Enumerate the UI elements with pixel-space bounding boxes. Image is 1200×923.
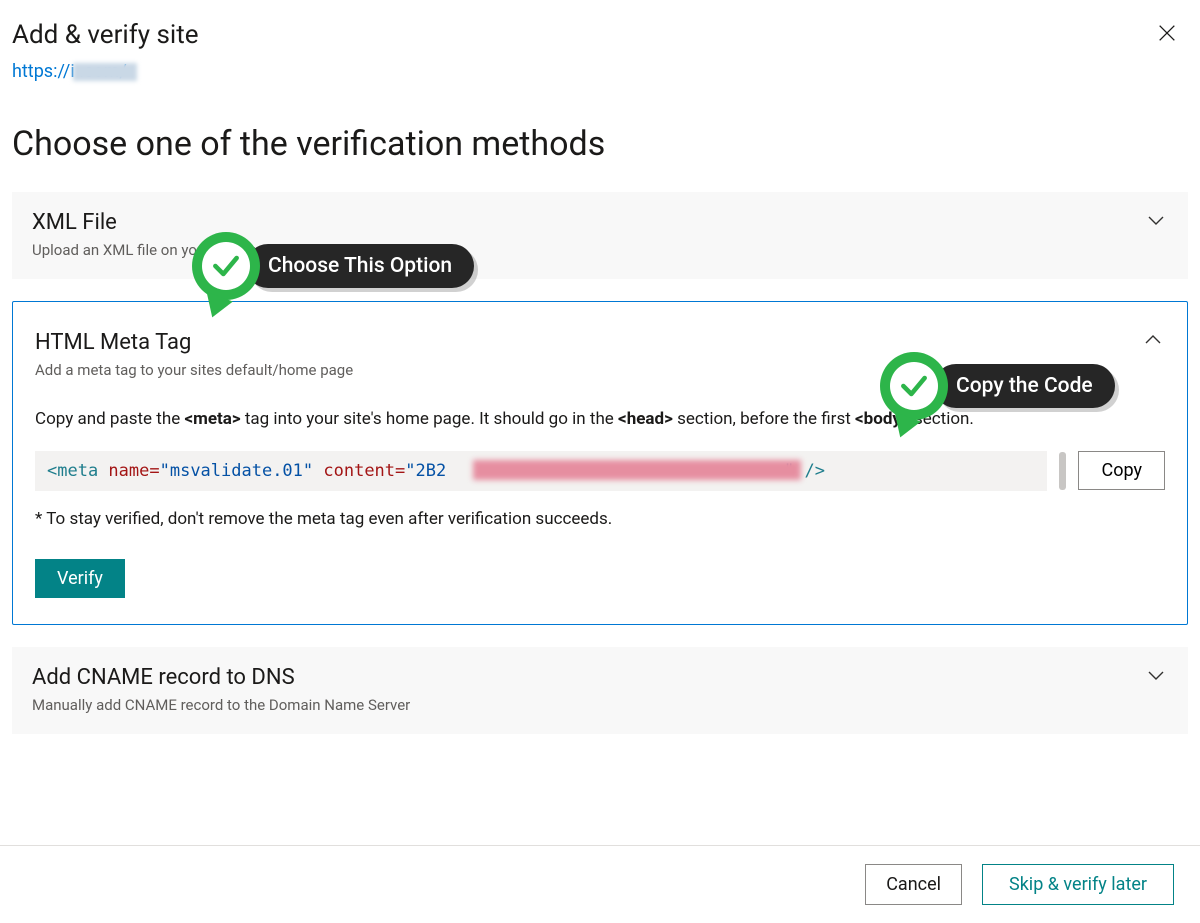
page-title: Add & verify site — [12, 20, 1188, 51]
panel-meta-title: HTML Meta Tag — [35, 330, 1165, 355]
chevron-down-icon[interactable] — [1144, 208, 1168, 232]
redacted-segment — [73, 63, 137, 81]
skip-verify-later-button[interactable]: Skip & verify later — [982, 864, 1174, 905]
meta-note: * To stay verified, don't remove the met… — [35, 509, 1165, 529]
meta-instruction: Copy and paste the <meta> tag into your … — [35, 407, 1165, 433]
close-icon[interactable] — [1156, 22, 1178, 44]
verify-button[interactable]: Verify — [35, 559, 125, 598]
scrollbar-handle[interactable] — [1059, 452, 1066, 490]
chevron-up-icon[interactable] — [1141, 328, 1165, 352]
copy-button[interactable]: Copy — [1078, 451, 1165, 490]
panel-xml-title: XML File — [32, 210, 1168, 235]
section-title: Choose one of the verification methods — [12, 124, 1188, 164]
site-url-link[interactable]: https://i .com/ — [12, 61, 127, 82]
redacted-segment — [473, 460, 801, 480]
panel-cname-title: Add CNAME record to DNS — [32, 665, 1168, 690]
panel-cname-sub: Manually add CNAME record to the Domain … — [32, 696, 1168, 714]
panel-xml-sub: Upload an XML file on your server — [32, 241, 1168, 259]
panel-xml-file[interactable]: XML File Upload an XML file on your serv… — [12, 192, 1188, 279]
cancel-button[interactable]: Cancel — [865, 864, 962, 905]
panel-html-meta: HTML Meta Tag Add a meta tag to your sit… — [12, 301, 1188, 625]
footer-bar: Cancel Skip & verify later — [0, 845, 1200, 923]
meta-code-box[interactable]: <meta name="msvalidate.01" content="2B2X… — [35, 451, 1047, 491]
panel-meta-sub: Add a meta tag to your sites default/hom… — [35, 361, 1165, 379]
panel-cname[interactable]: Add CNAME record to DNS Manually add CNA… — [12, 647, 1188, 734]
chevron-down-icon[interactable] — [1144, 663, 1168, 687]
